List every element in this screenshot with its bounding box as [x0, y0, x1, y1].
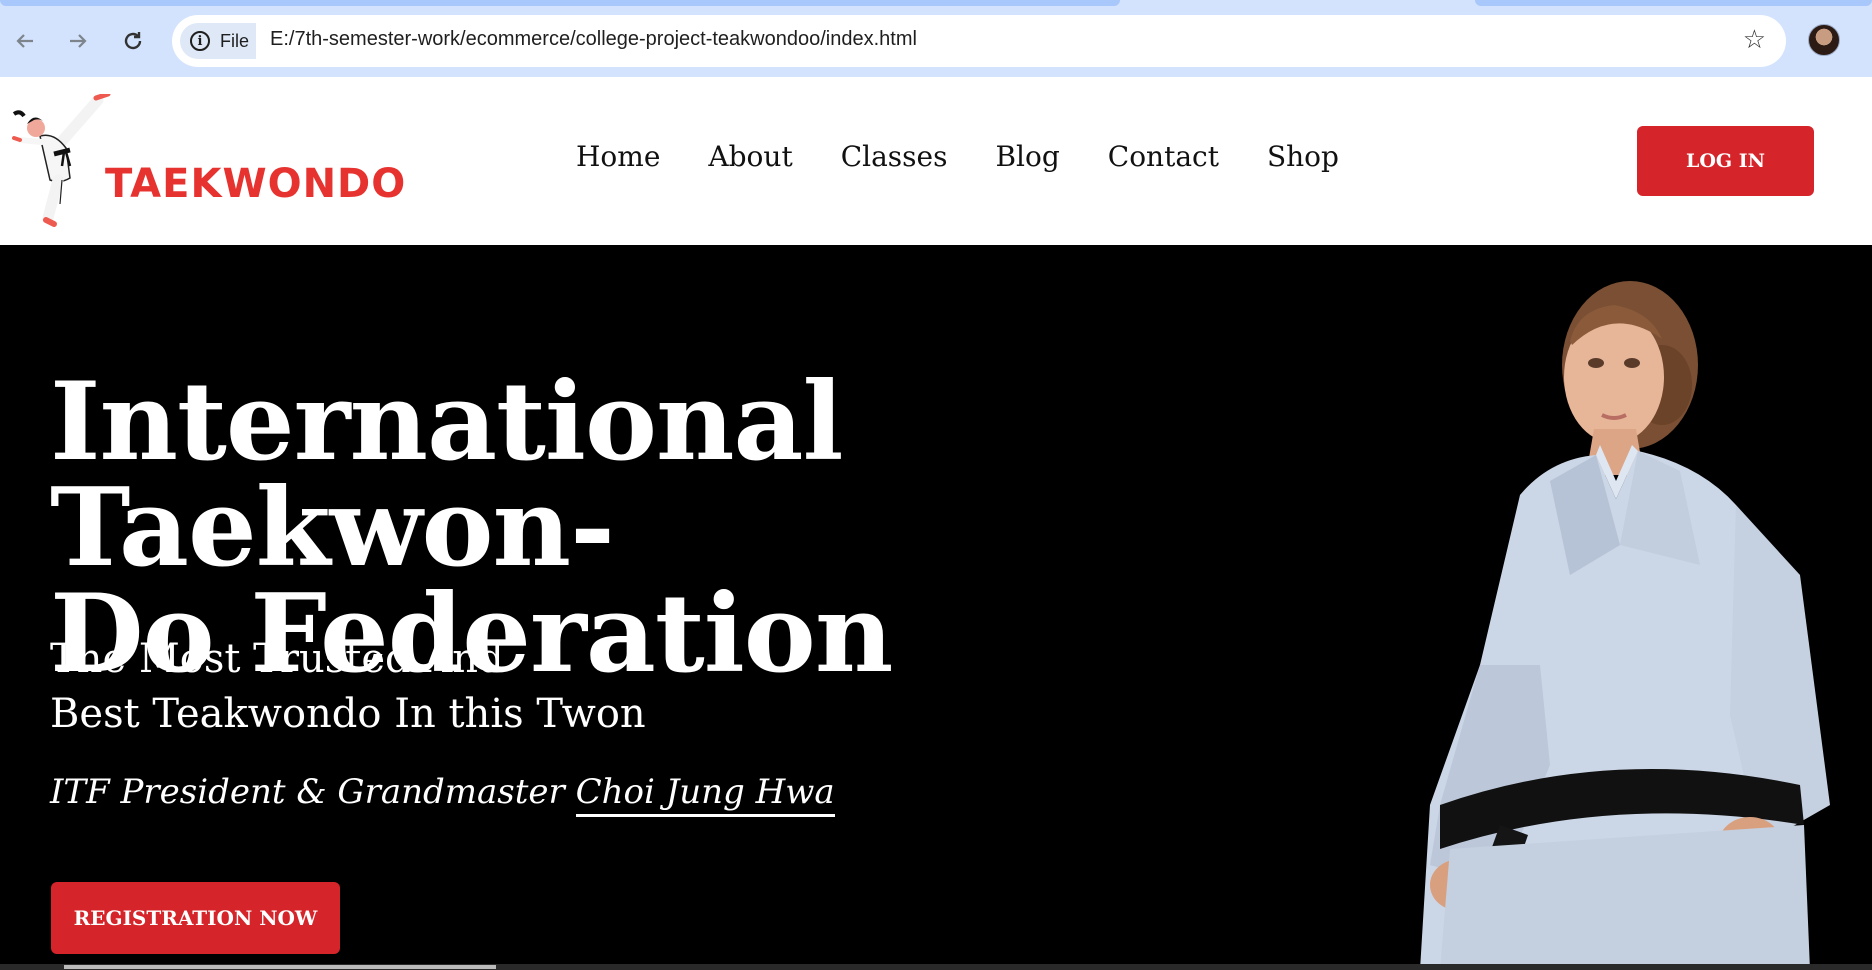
hero-section: International Taekwon- Do Federation The…: [0, 245, 1872, 970]
site-info-label: File: [220, 30, 250, 51]
hero-subtitle-line-2: Best Teakwondo In this Twon: [50, 691, 646, 737]
bookmark-star-icon[interactable]: ☆: [1743, 25, 1766, 55]
scrollbar-thumb[interactable]: [64, 965, 496, 969]
profile-avatar[interactable]: [1808, 24, 1840, 56]
logo-text: TAEKWONDO: [105, 161, 407, 207]
hero-subtitle-line-1: The Most Trusted And: [50, 636, 504, 682]
nav-about[interactable]: About: [708, 140, 792, 173]
hero-title-line-1: International Taekwon-: [50, 359, 844, 591]
address-bar[interactable]: i File E:/7th-semester-work/ecommerce/co…: [172, 15, 1786, 67]
nav-shop[interactable]: Shop: [1267, 140, 1339, 173]
url-text[interactable]: E:/7th-semester-work/ecommerce/college-p…: [270, 28, 917, 51]
arrow-left-icon: [16, 34, 33, 48]
registration-button[interactable]: REGISTRATION NOW: [51, 882, 340, 954]
nav-classes[interactable]: Classes: [841, 140, 948, 173]
logo[interactable]: TAEKWONDO: [10, 94, 405, 229]
browser-toolbar: i File E:/7th-semester-work/ecommerce/co…: [0, 0, 1872, 77]
reload-button[interactable]: [116, 24, 150, 58]
login-button[interactable]: LOG IN: [1637, 126, 1814, 196]
back-button[interactable]: [8, 24, 42, 58]
arrow-right-icon: [70, 34, 87, 48]
nav-contact[interactable]: Contact: [1108, 140, 1219, 173]
hero-subtitle: The Most Trusted And Best Teakwondo In t…: [50, 632, 646, 742]
nav-blog[interactable]: Blog: [995, 140, 1059, 173]
info-icon: i: [190, 31, 210, 51]
horizontal-scrollbar[interactable]: [0, 964, 1872, 970]
site-header: TAEKWONDO Home About Classes Blog Contac…: [0, 77, 1872, 245]
nav-home[interactable]: Home: [576, 140, 660, 173]
forward-button[interactable]: [61, 24, 95, 58]
main-nav: Home About Classes Blog Contact Shop: [576, 140, 1339, 173]
tab-strip-edge: [1475, 0, 1872, 6]
hero-quote: ITF President & Grandmaster Choi Jung Hw…: [50, 772, 835, 817]
quote-prefix: ITF President & Grandmaster: [50, 772, 576, 812]
tab-strip-edge: [0, 0, 1120, 6]
reload-icon: [124, 32, 142, 50]
fighter-photo: [1420, 281, 1830, 970]
grandmaster-name-link[interactable]: Choi Jung Hwa: [575, 772, 835, 817]
